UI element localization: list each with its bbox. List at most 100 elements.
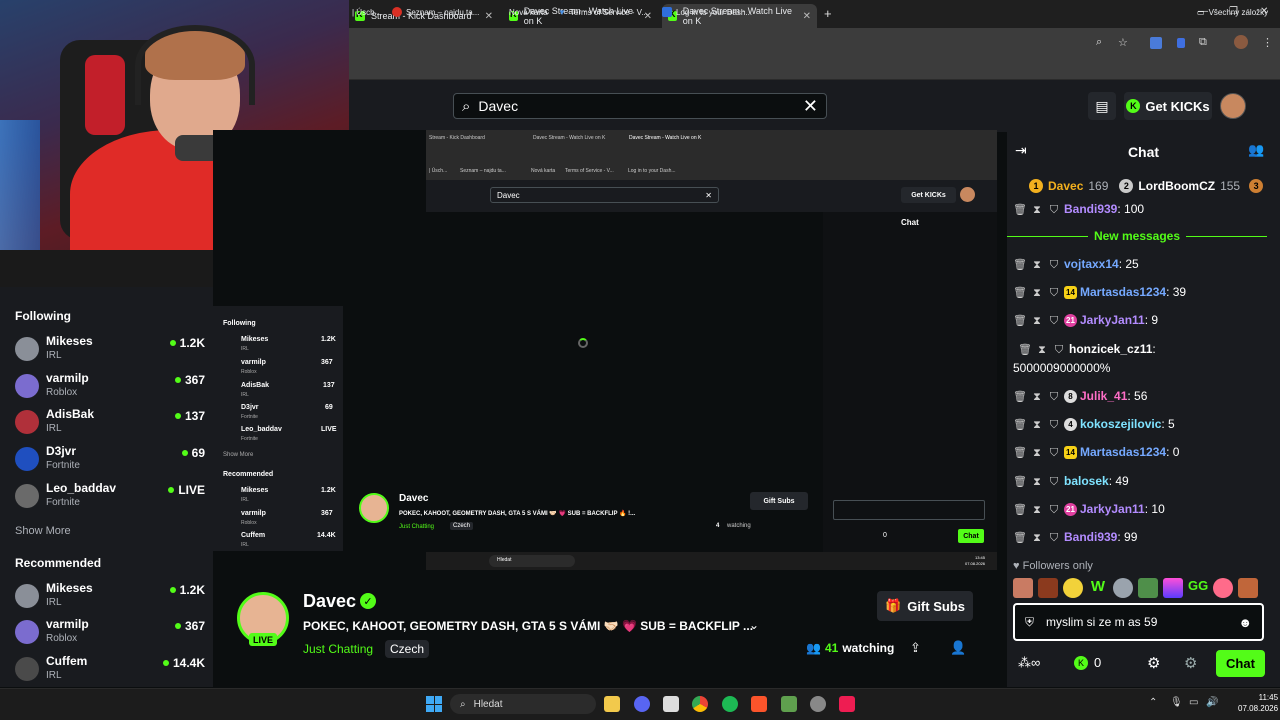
gift-subs-button[interactable]: 🎁 Gift Subs [877, 591, 973, 621]
points-icon[interactable]: ⁂∞ [1018, 655, 1040, 671]
chat-username[interactable]: Bandi939 [1064, 530, 1117, 544]
sidebar-channel[interactable]: Cuffem IRL 14.4K [15, 654, 205, 690]
timeout-icon[interactable]: ⧗ [1030, 473, 1044, 491]
gift-leaderboard[interactable]: 1 Davec 169 2 LordBoomCZ 155 3 [1007, 174, 1280, 198]
delete-icon[interactable]: 🗑 [1013, 444, 1027, 462]
emote-icon[interactable] [1213, 578, 1233, 598]
video-player[interactable]: Stream - Kick Dashboard Davec Stream - W… [213, 130, 997, 570]
timeout-icon[interactable]: ⧗ [1030, 201, 1044, 219]
chat-username[interactable]: kokoszejilovic [1080, 417, 1161, 431]
emoji-icon[interactable]: ☻ [1238, 615, 1252, 630]
timeout-icon[interactable]: ⧗ [1035, 341, 1049, 359]
chrome-icon[interactable] [692, 696, 708, 712]
language-tag[interactable]: Czech [385, 640, 430, 658]
network-icon[interactable]: ▭ [1189, 697, 1198, 708]
ban-icon[interactable]: ⛉ [1047, 473, 1061, 491]
file-explorer-icon[interactable] [604, 696, 620, 712]
chat-username[interactable]: Martasdas1234 [1080, 285, 1166, 299]
bookmark[interactable]: Log in to your Dash... [662, 4, 752, 20]
emote-icon[interactable] [1113, 578, 1133, 598]
share-icon[interactable]: ⇪ [910, 640, 921, 656]
spotify-icon[interactable] [722, 696, 738, 712]
chat-username[interactable]: honzicek_cz11 [1069, 342, 1152, 356]
chat-send-button[interactable]: Chat [1216, 650, 1265, 677]
ban-icon[interactable]: ⛉ [1047, 256, 1061, 274]
profile-avatar[interactable] [1234, 35, 1248, 49]
ban-icon[interactable]: ⛉ [1047, 284, 1061, 302]
emote-icon[interactable] [1063, 578, 1083, 598]
delete-icon[interactable]: 🗑 [1013, 473, 1027, 491]
steam-icon[interactable] [810, 696, 826, 712]
close-icon[interactable]: ✕ [803, 11, 811, 22]
extension-icon[interactable] [1177, 38, 1185, 48]
bookmark[interactable]: ▼ Terms of Service - V... [558, 4, 648, 20]
emote-icon[interactable] [1038, 578, 1058, 598]
chat-users-icon[interactable]: 👥 [1248, 142, 1264, 158]
emote-icon[interactable]: GG [1188, 578, 1208, 598]
streamer-name[interactable]: Davec [303, 591, 356, 612]
translate-icon[interactable] [1150, 37, 1162, 49]
emote-icon[interactable]: W [1088, 578, 1108, 598]
emote-icon[interactable] [1163, 578, 1183, 598]
snipping-tool-icon[interactable] [663, 696, 679, 712]
category-link[interactable]: Just Chatting [303, 642, 373, 656]
dashboard-button[interactable]: ▤ [1088, 92, 1116, 120]
timeout-icon[interactable]: ⧗ [1030, 444, 1044, 462]
timeout-icon[interactable]: ⧗ [1030, 501, 1044, 519]
volume-icon[interactable]: 🔊 [1206, 697, 1218, 708]
sidebar-channel[interactable]: varmilp Roblox 367 [15, 371, 205, 407]
timeout-icon[interactable]: ⧗ [1030, 416, 1044, 434]
timeout-icon[interactable]: ⧗ [1030, 529, 1044, 547]
chat-username[interactable]: Martasdas1234 [1080, 445, 1166, 459]
delete-icon[interactable]: 🗑 [1018, 341, 1032, 359]
taskbar-clock[interactable]: 11:45 07.08.2026 [1238, 692, 1278, 714]
ban-icon[interactable]: ⛉ [1047, 444, 1061, 462]
sidebar-channel[interactable]: Mikeses IRL 1.2K [15, 581, 205, 617]
chat-username[interactable]: JarkyJan11 [1080, 502, 1145, 516]
timeout-icon[interactable]: ⧗ [1030, 284, 1044, 302]
new-tab-button[interactable]: + [824, 6, 832, 21]
timeout-icon[interactable]: ⧗ [1030, 256, 1044, 274]
delete-icon[interactable]: 🗑 [1013, 201, 1027, 219]
ban-icon[interactable]: ⛉ [1047, 201, 1061, 219]
microphone-icon[interactable]: 🎙 [1170, 697, 1183, 708]
delete-icon[interactable]: 🗑 [1013, 256, 1027, 274]
discord-icon[interactable] [634, 696, 650, 712]
chat-username[interactable]: balosek [1064, 474, 1109, 488]
delete-icon[interactable]: 🗑 [1013, 312, 1027, 330]
ban-icon[interactable]: ⛉ [1052, 341, 1066, 359]
brave-icon[interactable] [751, 696, 767, 712]
search-input[interactable]: ⌕ Davec ✕ [453, 93, 827, 119]
sidebar-channel[interactable]: D3jvr Fortnite 69 [15, 444, 205, 480]
kicks-balance[interactable]: K 0 [1074, 655, 1101, 670]
chevron-down-icon[interactable]: ⌄ [749, 618, 759, 632]
all-bookmarks[interactable]: ▭ Všechny záložky [1197, 4, 1268, 20]
mod-settings-icon[interactable]: ⚙ [1184, 654, 1197, 672]
delete-icon[interactable]: 🗑 [1013, 501, 1027, 519]
ban-icon[interactable]: ⛉ [1047, 416, 1061, 434]
chat-username[interactable]: Bandi939 [1064, 202, 1117, 216]
ban-icon[interactable]: ⛉ [1047, 312, 1061, 330]
clear-search-icon[interactable]: ✕ [803, 96, 818, 117]
delete-icon[interactable]: 🗑 [1013, 416, 1027, 434]
timeout-icon[interactable]: ⧗ [1030, 388, 1044, 406]
sidebar-channel[interactable]: varmilp Roblox 367 [15, 617, 205, 653]
star-icon[interactable]: ☆ [1118, 36, 1128, 49]
follow-user-icon[interactable]: 👤 [950, 640, 966, 656]
chat-username[interactable]: vojtaxx14 [1064, 257, 1119, 271]
delete-icon[interactable]: 🗑 [1013, 529, 1027, 547]
sidebar-channel[interactable]: Mikeses IRL 1.2K [15, 334, 205, 370]
tray-chevron-icon[interactable]: ⌃ [1149, 697, 1157, 708]
delete-icon[interactable]: 🗑 [1013, 388, 1027, 406]
chat-username[interactable]: Julik_41 [1080, 389, 1127, 403]
emote-icon[interactable] [1013, 578, 1033, 598]
ban-icon[interactable]: ⛉ [1047, 501, 1061, 519]
minecraft-icon[interactable] [781, 696, 797, 712]
bookmark[interactable]: Nová karta [509, 4, 548, 20]
emote-icon[interactable] [1138, 578, 1158, 598]
gear-icon[interactable]: ⚙ [1147, 654, 1160, 672]
bookmark[interactable]: | Úsch... [352, 4, 381, 20]
windows-start-icon[interactable] [426, 696, 442, 712]
sidebar-channel[interactable]: AdisBak IRL 137 [15, 407, 205, 443]
zoom-icon[interactable]: ⌕ [1096, 36, 1102, 49]
